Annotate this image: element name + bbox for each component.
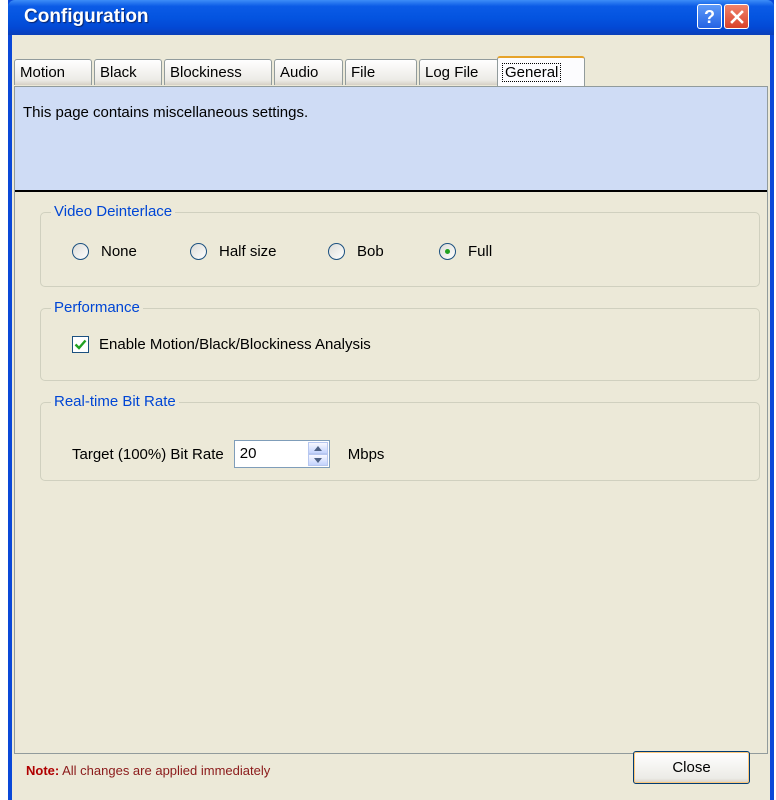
radio-button[interactable]: [190, 243, 207, 260]
help-button[interactable]: ?: [697, 4, 722, 29]
close-window-button[interactable]: [724, 4, 749, 29]
group-title: Performance: [51, 299, 143, 316]
bit-rate-row: Target (100%) Bit Rate 20 Mbps: [72, 440, 384, 468]
tab-general[interactable]: General: [497, 56, 585, 86]
svg-text:?: ?: [704, 8, 715, 26]
real-time-bit-rate-group: Real-time Bit Rate Target (100%) Bit Rat…: [40, 393, 760, 481]
tab-blockiness[interactable]: Blockiness: [164, 59, 272, 85]
note-label: Note:: [26, 763, 60, 778]
footer-note: Note: All changes are applied immediatel…: [26, 763, 270, 778]
radio-label: None: [101, 243, 137, 260]
help-icon: ?: [704, 8, 715, 26]
bit-rate-spinbox[interactable]: 20: [233, 440, 330, 468]
tab-motion[interactable]: Motion: [14, 59, 92, 85]
bit-rate-unit: Mbps: [347, 445, 385, 463]
dialog-client-area: Motion Black Blockiness Audio File Log F…: [12, 35, 770, 800]
note-text: All changes are applied immediately: [59, 763, 271, 778]
tab-label: Black: [100, 64, 137, 81]
tab-label: General: [501, 62, 562, 82]
tab-audio[interactable]: Audio: [274, 59, 343, 85]
radio-half-size[interactable]: Half size: [190, 243, 277, 260]
checkmark-icon: [74, 339, 87, 350]
video-deinterlace-group: Video Deinterlace None Half size Bob Ful…: [40, 203, 760, 287]
spin-down-button[interactable]: [307, 454, 328, 466]
enable-analysis-checkbox[interactable]: [72, 336, 89, 353]
radio-label: Half size: [219, 243, 277, 260]
tab-label: Motion: [20, 64, 66, 81]
spin-up-button[interactable]: [307, 442, 328, 454]
radio-none[interactable]: None: [72, 243, 137, 260]
configuration-window: Configuration ? Motion Black Blockiness …: [8, 0, 774, 800]
group-title: Video Deinterlace: [51, 203, 176, 220]
tab-label: Log File: [425, 64, 479, 81]
arrow-up-icon: [313, 445, 322, 451]
spin-buttons: [307, 442, 328, 466]
performance-group: Performance Enable Motion/Black/Blockine…: [40, 299, 760, 381]
tab-label: File: [351, 64, 376, 81]
tab-file[interactable]: File: [345, 59, 417, 85]
bit-rate-value[interactable]: 20: [240, 445, 257, 462]
close-icon: [729, 9, 744, 24]
general-tab-panel: This page contains miscellaneous setting…: [14, 86, 768, 754]
radio-full[interactable]: Full: [439, 243, 492, 260]
bit-rate-label: Target (100%) Bit Rate: [72, 445, 224, 463]
group-title: Real-time Bit Rate: [51, 393, 179, 410]
tab-label: Audio: [280, 64, 319, 81]
arrow-down-icon: [313, 457, 322, 463]
radio-label: Full: [468, 243, 493, 260]
description-band: This page contains miscellaneous setting…: [15, 87, 767, 192]
radio-button-selected[interactable]: [439, 243, 456, 260]
radio-button[interactable]: [328, 243, 345, 260]
window-title: Configuration: [24, 6, 149, 27]
radio-bob[interactable]: Bob: [328, 243, 384, 260]
page-description: This page contains miscellaneous setting…: [23, 104, 309, 121]
title-bar[interactable]: Configuration ?: [8, 0, 774, 35]
tab-label: Blockiness: [170, 64, 242, 81]
radio-button[interactable]: [72, 243, 89, 260]
tab-black[interactable]: Black: [94, 59, 162, 85]
radio-label: Bob: [357, 243, 384, 260]
checkbox-label: Enable Motion/Black/Blockiness Analysis: [99, 336, 371, 353]
close-button[interactable]: Close: [633, 751, 750, 784]
tab-log-file[interactable]: Log File: [419, 59, 499, 85]
enable-analysis-checkbox-row[interactable]: Enable Motion/Black/Blockiness Analysis: [72, 336, 371, 353]
